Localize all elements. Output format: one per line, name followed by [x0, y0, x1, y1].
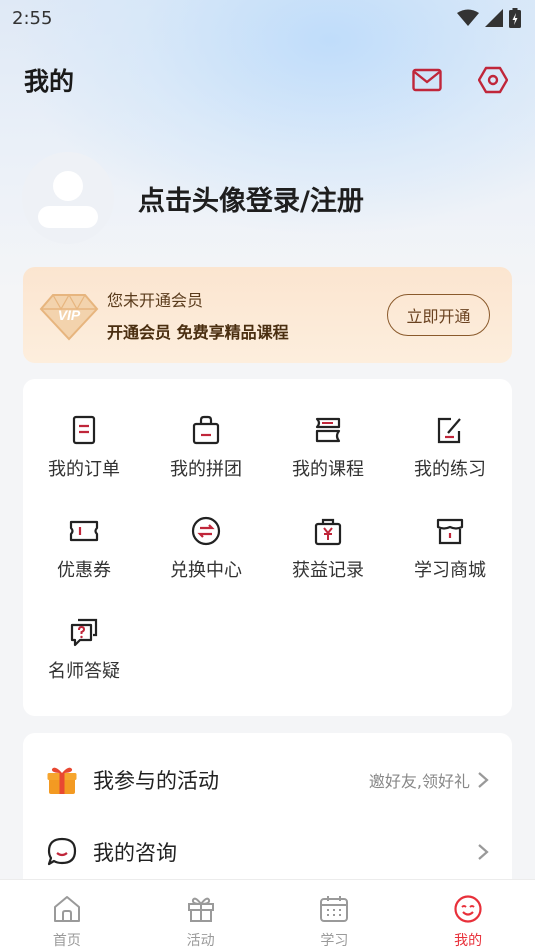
menu-list: 我参与的活动 邀好友,领好礼 我的咨询 — [23, 733, 512, 903]
coupon-icon — [69, 520, 99, 542]
list-item-my-consultations[interactable]: 我的咨询 — [23, 817, 512, 887]
order-icon — [72, 415, 96, 445]
grid-item-group-buy[interactable]: 我的拼团 — [145, 415, 267, 495]
tab-home[interactable]: 首页 — [0, 880, 134, 951]
gift-icon — [187, 897, 214, 922]
gift-icon — [45, 763, 79, 797]
activate-vip-button[interactable]: 立即开通 — [387, 294, 490, 336]
invite-hint: 邀好友,领好礼 — [368, 772, 470, 791]
grid-item-store[interactable]: 学习商城 — [389, 516, 511, 596]
tab-mine[interactable]: 我的 — [401, 880, 535, 951]
tab-label: 学习 — [320, 933, 349, 949]
exchange-icon — [191, 516, 221, 546]
settings-hex-icon — [478, 66, 508, 94]
grid-item-label: 获益记录 — [292, 560, 364, 581]
chat-bubble-icon — [45, 835, 79, 869]
wifi-icon — [457, 9, 479, 26]
vip-diamond-icon: VIP — [39, 293, 99, 341]
grid-item-exchange[interactable]: 兑换中心 — [145, 516, 267, 596]
header-actions — [411, 64, 509, 96]
tab-label: 活动 — [186, 933, 215, 949]
bottom-tab-bar: 首页 活动 学习 我的 — [0, 879, 535, 951]
grid-item-practice[interactable]: 我的练习 — [389, 415, 511, 495]
home-icon — [53, 896, 80, 922]
vip-texts: 您未开通会员 开通会员 免费享精品课程 — [107, 287, 387, 343]
grid-item-qa[interactable]: 名师答疑 — [23, 617, 145, 697]
grid-item-earnings[interactable]: 获益记录 — [267, 516, 389, 596]
chevron-right-icon — [478, 844, 489, 860]
message-button[interactable] — [411, 64, 443, 96]
vip-card: VIP 您未开通会员 开通会员 免费享精品课程 立即开通 — [23, 267, 512, 363]
profile-section: 点击头像登录/注册 — [22, 152, 364, 244]
login-register-link[interactable]: 点击头像登录/注册 — [138, 179, 364, 218]
mail-icon — [412, 68, 442, 92]
group-buy-icon — [192, 415, 220, 445]
grid-item-courses[interactable]: 我的课程 — [267, 415, 389, 495]
tab-label: 首页 — [52, 933, 81, 949]
tab-label: 我的 — [454, 933, 483, 949]
page-header: 我的 — [0, 52, 535, 108]
status-icons — [457, 8, 521, 28]
grid-item-label: 我的练习 — [414, 459, 486, 480]
qa-icon — [70, 618, 98, 647]
grid-item-label: 名师答疑 — [48, 661, 120, 682]
battery-icon — [509, 8, 521, 28]
page-title: 我的 — [24, 67, 75, 96]
settings-button[interactable] — [477, 64, 509, 96]
list-item-label: 我参与的活动 — [93, 769, 219, 793]
smile-icon — [454, 895, 482, 923]
earnings-icon — [314, 518, 342, 546]
grid-item-orders[interactable]: 我的订单 — [23, 415, 145, 495]
list-item-label: 我的咨询 — [93, 841, 177, 865]
store-icon — [436, 518, 464, 545]
chevron-right-icon — [478, 772, 489, 788]
function-grid: 我的订单 我的拼团 我的课程 我的练习 优惠券 兑换中心 获益记录 学习商城 名… — [23, 379, 512, 716]
practice-icon — [437, 417, 461, 444]
vip-badge-text: VIP — [58, 307, 81, 323]
vip-status: 您未开通会员 — [107, 291, 204, 310]
grid-item-label: 学习商城 — [414, 560, 486, 581]
status-bar: 2:55 — [0, 0, 535, 36]
default-avatar-icon — [38, 171, 98, 228]
vip-promo: 开通会员 免费享精品课程 — [107, 323, 289, 342]
grid-item-label: 优惠券 — [57, 560, 111, 581]
avatar[interactable] — [22, 152, 114, 244]
list-item-my-activities[interactable]: 我参与的活动 邀好友,领好礼 — [23, 745, 512, 815]
calendar-icon — [320, 896, 349, 922]
grid-item-label: 兑换中心 — [170, 560, 242, 581]
grid-item-label: 我的课程 — [292, 459, 364, 480]
grid-item-label: 我的订单 — [48, 459, 120, 480]
tab-study[interactable]: 学习 — [268, 880, 402, 951]
grid-item-label: 我的拼团 — [170, 459, 242, 480]
status-time: 2:55 — [12, 7, 53, 29]
course-icon — [315, 417, 341, 443]
signal-icon — [485, 9, 503, 27]
tab-activities[interactable]: 活动 — [134, 880, 268, 951]
grid-item-coupons[interactable]: 优惠券 — [23, 516, 145, 596]
